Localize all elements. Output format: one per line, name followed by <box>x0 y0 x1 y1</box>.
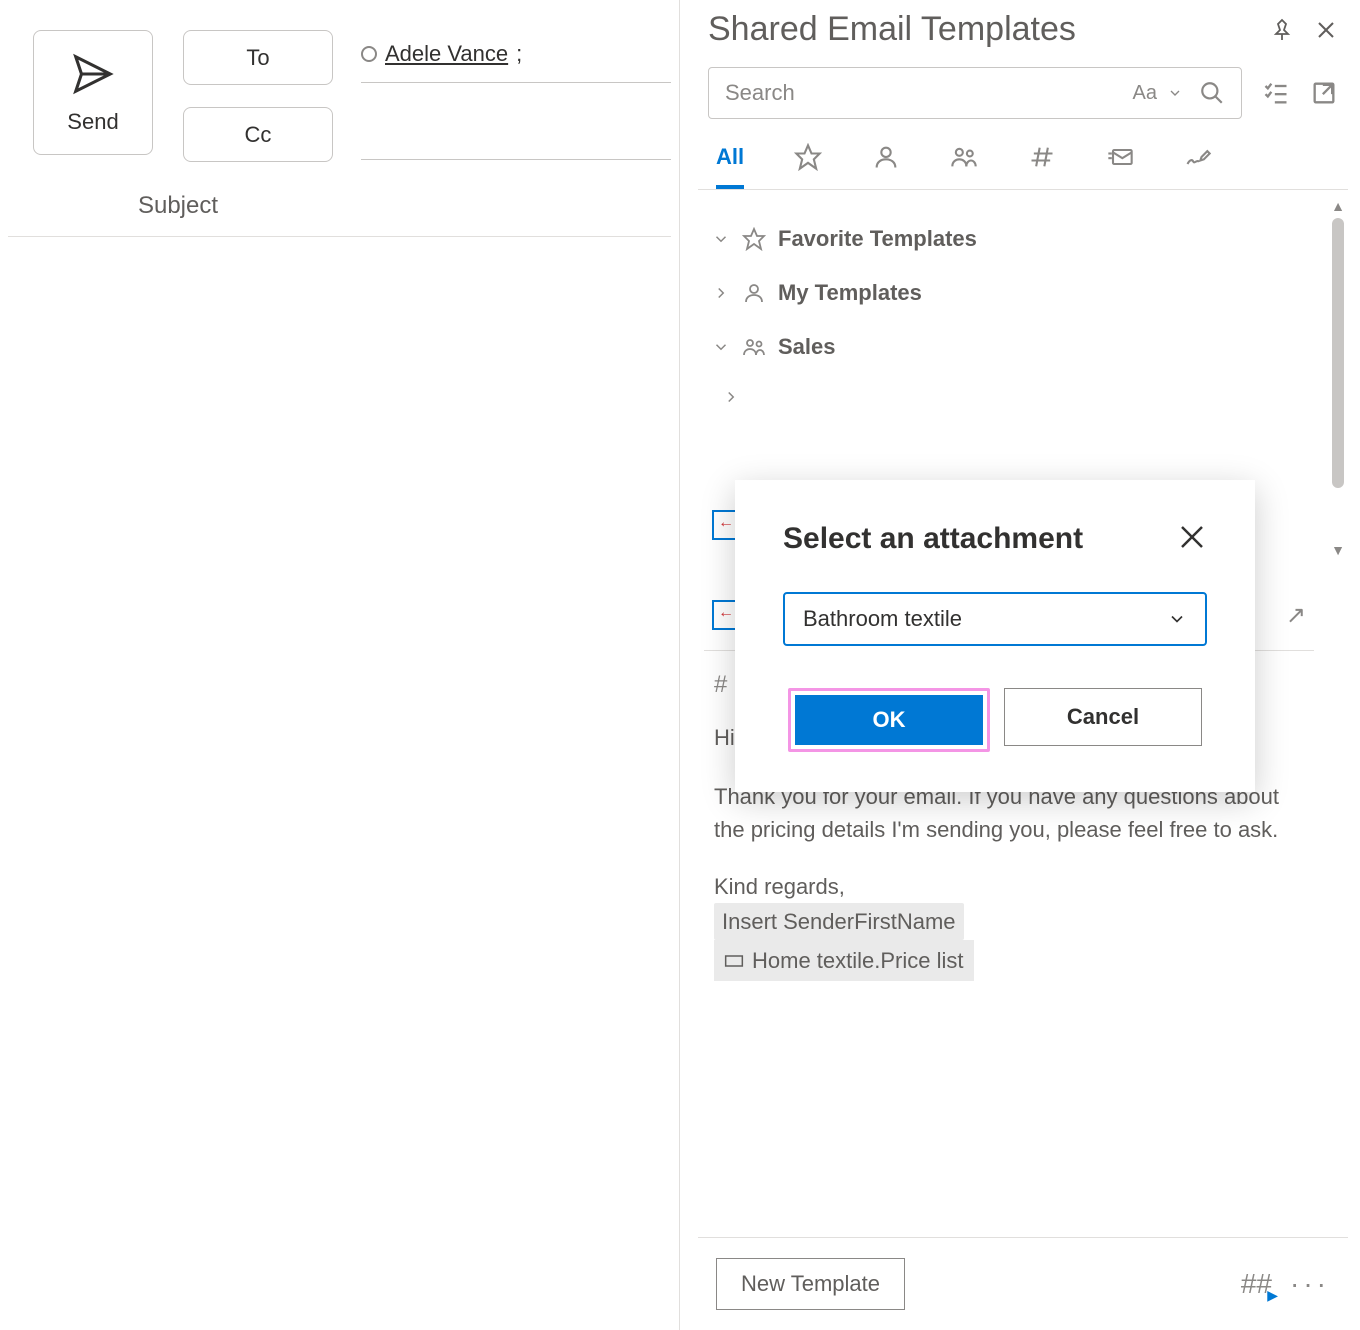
to-button[interactable]: To <box>183 30 333 85</box>
person-icon <box>742 281 766 305</box>
cancel-button[interactable]: Cancel <box>1004 688 1202 746</box>
folder-favorites[interactable]: Favorite Templates <box>704 212 1314 266</box>
scroll-up-icon[interactable]: ▲ <box>1331 198 1345 214</box>
more-icon[interactable]: ··· <box>1290 1268 1330 1300</box>
folder-label: Sales <box>778 334 836 360</box>
search-row: Aa <box>698 57 1348 119</box>
mail-send-icon <box>1106 143 1134 171</box>
tab-my[interactable] <box>872 143 900 189</box>
recipient-suffix: ; <box>516 41 522 67</box>
preview-closing: Kind regards, <box>714 870 1296 903</box>
subject-row: Subject <box>8 162 671 237</box>
person-icon <box>872 143 900 171</box>
tab-favorites[interactable] <box>794 143 822 189</box>
cc-field[interactable] <box>361 110 671 160</box>
modal-close-icon[interactable] <box>1177 522 1207 552</box>
signature-icon <box>1184 143 1212 171</box>
attachment-icon <box>724 953 744 969</box>
tab-all[interactable]: All <box>716 144 744 188</box>
hash-shortcut-icon[interactable]: ## ▶ <box>1241 1268 1272 1300</box>
greeting-prefix: Hi <box>714 725 735 750</box>
folder-label: Favorite Templates <box>778 226 977 252</box>
hash-icon <box>1028 143 1056 171</box>
case-toggle[interactable]: Aa <box>1133 82 1183 105</box>
pin-icon[interactable] <box>1270 18 1294 42</box>
bottom-actions: ## ▶ ··· <box>1241 1268 1330 1300</box>
to-field[interactable]: Adele Vance ; <box>361 33 671 83</box>
star-icon <box>742 227 766 251</box>
chevron-down-icon <box>712 230 730 248</box>
modal-actions: OK Cancel <box>783 688 1207 752</box>
templates-pane: Shared Email Templates Aa <box>680 0 1360 1330</box>
subject-label: Subject <box>8 192 348 220</box>
compose-header: Send To Adele Vance ; Cc <box>8 30 671 162</box>
send-icon <box>70 51 116 97</box>
scrollbar[interactable]: ▲ ▼ <box>1330 198 1346 558</box>
filter-tabs: All <box>698 119 1348 190</box>
cc-button[interactable]: Cc <box>183 107 333 162</box>
attachment-select[interactable]: Bathroom textile <box>783 592 1207 646</box>
pane-header: Shared Email Templates <box>698 10 1348 57</box>
close-icon[interactable] <box>1314 18 1338 42</box>
tab-sign[interactable] <box>1184 143 1212 189</box>
play-badge-icon: ▶ <box>1267 1287 1278 1304</box>
pane-title: Shared Email Templates <box>708 10 1076 49</box>
folder-label: My Templates <box>778 280 922 306</box>
to-row: To Adele Vance ; <box>183 30 671 85</box>
modal-header: Select an attachment <box>783 522 1207 556</box>
attachment-modal: Select an attachment Bathroom textile OK… <box>735 480 1255 792</box>
attachment-name: Home textile.Price list <box>752 944 964 977</box>
pane-header-actions <box>1270 18 1338 42</box>
star-icon <box>794 143 822 171</box>
chevron-down-icon <box>1167 609 1187 629</box>
folder-sales[interactable]: Sales <box>704 320 1314 374</box>
new-template-button[interactable]: New Template <box>716 1258 905 1310</box>
chevron-right-icon <box>722 388 740 406</box>
tab-hash[interactable] <box>1028 143 1056 189</box>
presence-icon <box>361 46 377 62</box>
bottom-bar: New Template ## ▶ ··· <box>698 1237 1348 1330</box>
address-column: To Adele Vance ; Cc <box>183 30 671 162</box>
search-icon[interactable] <box>1199 80 1225 106</box>
checklist-icon[interactable] <box>1262 79 1290 107</box>
chevron-down-icon <box>1167 85 1183 101</box>
tab-mail[interactable] <box>1106 143 1134 189</box>
people-icon <box>742 335 766 359</box>
folder-my-templates[interactable]: My Templates <box>704 266 1314 320</box>
scroll-down-icon[interactable]: ▼ <box>1331 542 1345 558</box>
folder-child[interactable] <box>704 374 1314 420</box>
attachment-chip: Home textile.Price list <box>714 940 974 981</box>
send-button[interactable]: Send <box>33 30 153 155</box>
recipient-chip[interactable]: Adele Vance <box>385 41 508 67</box>
chevron-down-icon <box>712 338 730 356</box>
cc-row: Cc <box>183 107 671 162</box>
people-icon <box>950 143 978 171</box>
scroll-thumb[interactable] <box>1332 218 1344 488</box>
ok-button[interactable]: OK <box>795 695 983 745</box>
external-arrow-icon[interactable]: ↗ <box>1286 601 1306 630</box>
search-input[interactable] <box>725 80 1117 106</box>
macro-sender-firstname: Insert SenderFirstName <box>714 903 964 940</box>
select-value: Bathroom textile <box>803 606 962 632</box>
tab-team[interactable] <box>950 143 978 189</box>
popout-icon[interactable] <box>1310 79 1338 107</box>
send-label: Send <box>67 109 118 135</box>
search-box[interactable]: Aa <box>708 67 1242 119</box>
modal-title: Select an attachment <box>783 522 1083 556</box>
ok-highlight: OK <box>788 688 990 752</box>
compose-pane: Send To Adele Vance ; Cc Subject <box>0 0 680 1330</box>
chevron-right-icon <box>712 284 730 302</box>
